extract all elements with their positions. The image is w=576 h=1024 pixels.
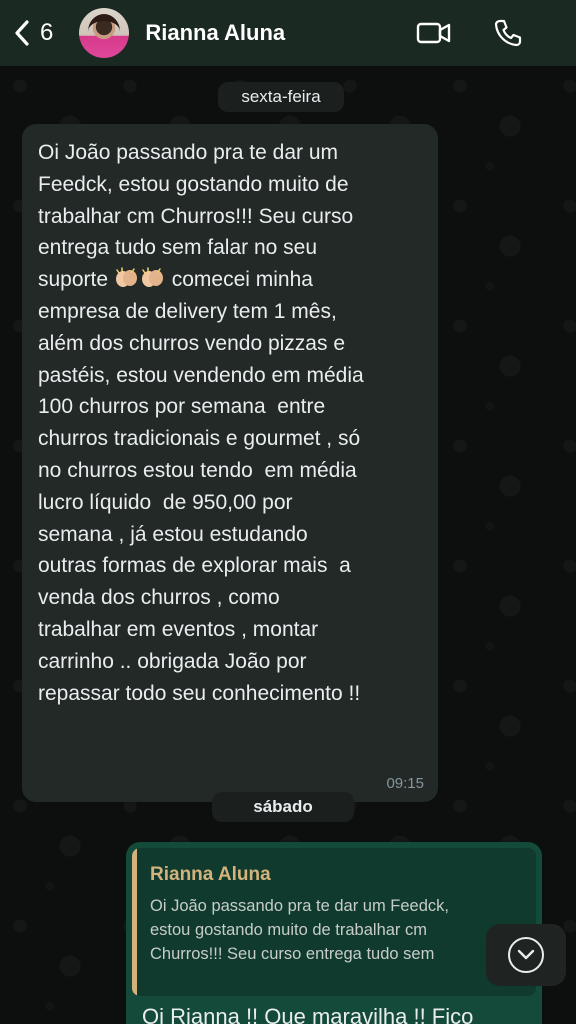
phone-icon xyxy=(494,19,522,47)
voice-call-button[interactable] xyxy=(486,11,530,55)
video-call-button[interactable] xyxy=(412,11,456,55)
contact-name[interactable]: Rianna Aluna xyxy=(145,20,412,46)
message-text: Oi Rianna !! Que maravilha !! Fico xyxy=(142,1004,474,1024)
message-text-part: comecei minha empresa de delivery tem 1 … xyxy=(38,268,364,705)
message-text: Oi João passando pra te dar um Feedck, e… xyxy=(38,137,424,709)
message-timestamp: 09:15 xyxy=(386,775,424,792)
day-separator: sexta-feira xyxy=(218,82,344,112)
chat-header: 6 Rianna Aluna xyxy=(0,0,576,66)
day-separator: sábado xyxy=(212,792,354,822)
quoted-author: Rianna Aluna xyxy=(150,864,271,885)
chevron-left-icon xyxy=(15,20,29,46)
unread-count: 6 xyxy=(40,19,54,46)
back-button[interactable]: 6 xyxy=(12,13,53,53)
scroll-to-bottom-button[interactable] xyxy=(486,924,566,986)
scroll-ring xyxy=(508,937,544,973)
avatar[interactable] xyxy=(79,8,130,58)
quoted-message[interactable]: Rianna Aluna Oi João passando pra te dar… xyxy=(132,848,536,996)
chat-area[interactable]: sexta-feira Oi João passando pra te dar … xyxy=(0,66,576,1024)
chevron-down-icon xyxy=(517,949,535,960)
clapping-hands-icon xyxy=(114,267,166,291)
incoming-message[interactable]: Oi João passando pra te dar um Feedck, e… xyxy=(22,124,438,802)
quoted-text: Oi João passando pra te dar um Feedck, e… xyxy=(150,897,449,963)
outgoing-message[interactable]: Rianna Aluna Oi João passando pra te dar… xyxy=(126,842,542,1024)
video-camera-icon xyxy=(416,22,451,44)
